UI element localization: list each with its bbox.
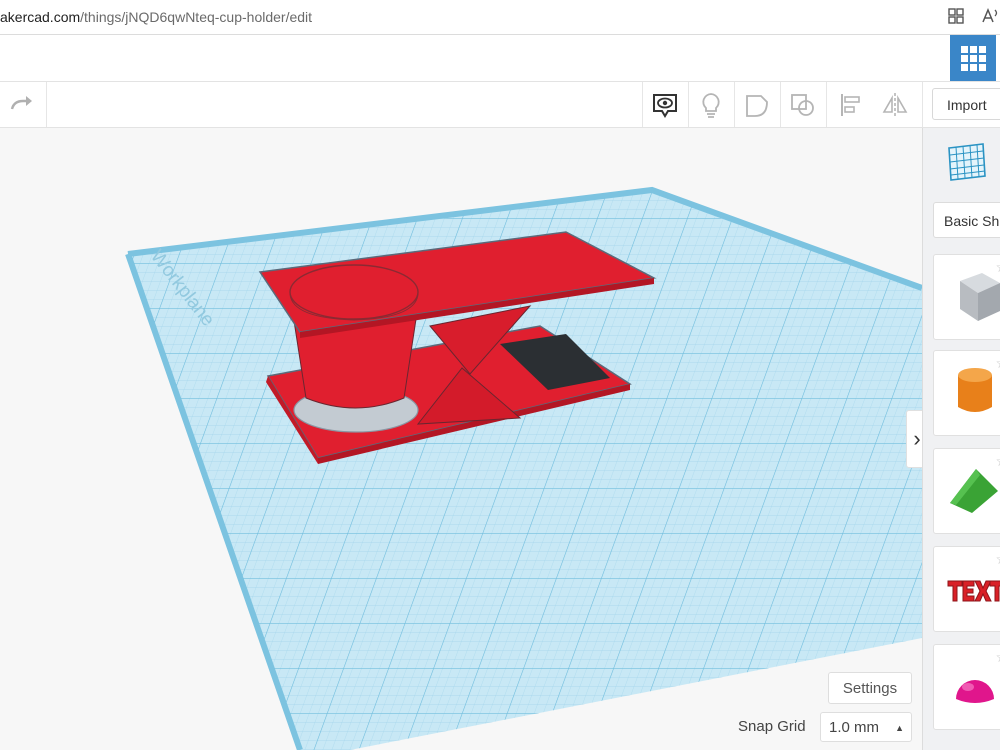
apps-menu-button[interactable] <box>950 35 996 81</box>
box-hole-icon <box>960 273 1000 321</box>
url-field[interactable]: akercad.com/things/jNQD6qwNteq-cup-holde… <box>0 0 312 34</box>
grid-apps-icon <box>961 46 986 71</box>
ungroup-icon[interactable] <box>788 90 818 120</box>
light-bulb-icon[interactable] <box>696 90 726 120</box>
shape-cylinder[interactable]: ☆ <box>933 350 1000 436</box>
shapes-panel: Basic Sh ☆ ☆ ☆ ☆ <box>922 128 1000 750</box>
shape-half-sphere[interactable]: ☆ <box>933 644 1000 730</box>
snap-grid-dropdown[interactable]: 1.0 mm ▲ <box>820 712 912 742</box>
shape-roof[interactable]: ☆ <box>933 448 1000 534</box>
app-header <box>0 35 1000 82</box>
browser-address-bar[interactable]: akercad.com/things/jNQD6qwNteq-cup-holde… <box>0 0 1000 35</box>
group-icon[interactable] <box>742 90 772 120</box>
read-aloud-icon[interactable] <box>980 7 1000 27</box>
mirror-icon[interactable] <box>880 90 910 120</box>
tab-grid-icon[interactable] <box>946 7 966 27</box>
settings-button[interactable]: Settings <box>828 672 912 704</box>
workplane-canvas[interactable]: Workplane <box>0 128 922 750</box>
import-button[interactable]: Import <box>932 88 1000 120</box>
half-sphere-icon <box>956 680 994 703</box>
roof-icon <box>950 469 1000 513</box>
cylinder-icon <box>958 368 992 412</box>
snap-grid-label: Snap Grid <box>738 718 806 735</box>
shape-box-hole[interactable]: ☆ <box>933 254 1000 340</box>
text-icon <box>947 580 1000 602</box>
workplane-icon[interactable] <box>945 140 989 184</box>
chevron-right-icon: › <box>913 426 921 451</box>
redo-icon[interactable] <box>8 90 38 120</box>
workplane-viewport[interactable]: Workplane <box>0 128 922 750</box>
snap-grid-value: 1.0 mm <box>829 719 880 736</box>
caret-down-icon: ▲ <box>895 723 904 733</box>
editor-toolbar: Import <box>0 82 1000 128</box>
view-notes-icon[interactable] <box>650 90 680 120</box>
shape-text[interactable]: ☆ <box>933 546 1000 632</box>
align-icon[interactable] <box>836 90 866 120</box>
shape-category-dropdown[interactable]: Basic Sh <box>933 202 1000 238</box>
